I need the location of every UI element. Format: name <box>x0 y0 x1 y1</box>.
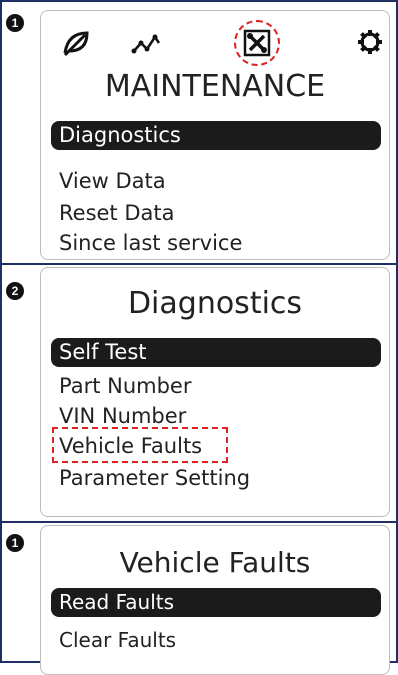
menu-item-diagnostics[interactable]: Diagnostics <box>51 121 381 150</box>
gear-icon[interactable] <box>357 29 383 59</box>
graph-icon[interactable] <box>131 29 161 61</box>
screen-title: MAINTENANCE <box>104 69 326 104</box>
panel-divider <box>0 263 398 265</box>
menu-item-view-data[interactable]: View Data <box>51 167 381 196</box>
maintenance-screen: MAINTENANCE Diagnostics View Data Reset … <box>40 10 390 260</box>
vehicle-faults-screen: Vehicle Faults Read Faults Clear Faults <box>40 525 390 675</box>
step-badge: 1 <box>6 534 24 552</box>
menu-item-part-number[interactable]: Part Number <box>51 372 381 401</box>
menu-item-clear-faults[interactable]: Clear Faults <box>51 626 381 655</box>
menu-item-read-faults[interactable]: Read Faults <box>51 588 381 617</box>
step-badge: 2 <box>6 282 24 300</box>
panel-divider <box>0 521 398 523</box>
diagnostics-screen: Diagnostics Self Test Part Number VIN Nu… <box>40 267 390 517</box>
menu-item-reset-data[interactable]: Reset Data <box>51 199 381 228</box>
leaf-icon[interactable] <box>61 29 91 61</box>
screen-title: Vehicle Faults <box>119 546 311 579</box>
menu-item-parameter-setting[interactable]: Parameter Setting <box>51 464 381 493</box>
highlight-circle <box>234 20 280 66</box>
screen-title: Diagnostics <box>127 286 303 321</box>
menu-item-since-last-service[interactable]: Since last service <box>51 229 381 258</box>
step-badge: 1 <box>6 14 24 32</box>
highlight-box <box>52 427 228 463</box>
menu-item-self-test[interactable]: Self Test <box>51 338 381 367</box>
